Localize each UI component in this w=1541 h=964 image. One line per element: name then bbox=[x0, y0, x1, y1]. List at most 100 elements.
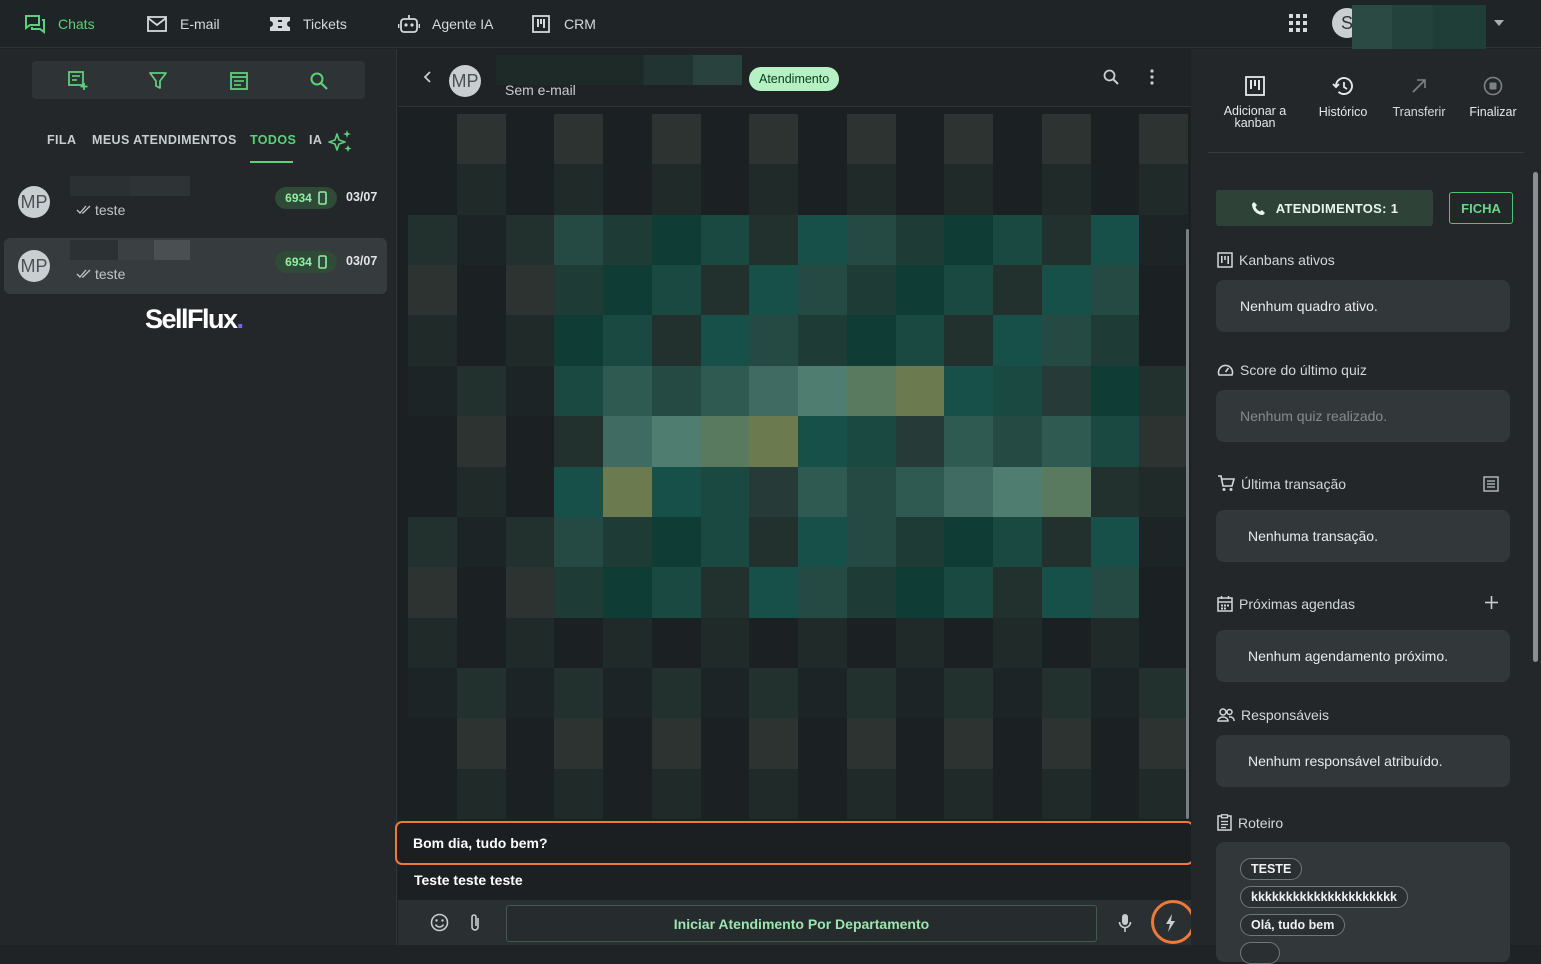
blur-tile bbox=[700, 164, 750, 215]
blur-tile bbox=[846, 516, 896, 568]
blur-tile bbox=[456, 617, 506, 668]
tab-meus-atendimentos[interactable]: MEUS ATENDIMENTOS bbox=[92, 133, 237, 147]
search-icon[interactable] bbox=[1103, 69, 1121, 87]
chevron-down-icon[interactable] bbox=[1494, 20, 1504, 28]
blur-tile bbox=[895, 365, 945, 417]
quick-reply-suggestion-selected[interactable]: Bom dia, tudo bem? bbox=[395, 821, 1194, 865]
more-vertical-icon[interactable] bbox=[1150, 69, 1164, 87]
blur-tile bbox=[700, 768, 750, 819]
roteiro-chip[interactable]: Olá, tudo bem bbox=[1240, 914, 1346, 936]
blur-tile bbox=[1090, 365, 1140, 417]
blur-tile bbox=[603, 617, 652, 668]
blur-tile bbox=[895, 416, 945, 467]
blur-tile bbox=[456, 164, 506, 215]
roteiro-chip[interactable]: TESTE bbox=[1240, 858, 1303, 880]
last-message-text: teste bbox=[95, 202, 126, 218]
ficha-button[interactable]: FICHA bbox=[1449, 192, 1513, 224]
finish-button[interactable]: Finalizar bbox=[1463, 73, 1523, 119]
templates-button[interactable] bbox=[228, 70, 250, 92]
contact-avatar[interactable]: MP bbox=[449, 65, 481, 97]
chat-list-item-selected[interactable]: MP teste 6934 03/07 bbox=[4, 238, 387, 294]
blur-tile bbox=[993, 466, 1042, 517]
nav-chats-label: Chats bbox=[58, 16, 95, 32]
agendas-empty-box: Nenhum agendamento próximo. bbox=[1216, 630, 1510, 682]
nav-email[interactable]: E-mail bbox=[146, 0, 220, 48]
blur-tile bbox=[846, 315, 896, 366]
sparkles-icon[interactable] bbox=[328, 129, 354, 155]
blur-tile bbox=[505, 516, 555, 568]
phone-call-icon bbox=[1251, 201, 1266, 216]
blur-tile bbox=[798, 768, 847, 819]
blur-tile bbox=[749, 516, 798, 568]
blur-tile bbox=[993, 315, 1042, 366]
start-department-button[interactable]: Iniciar Atendimento Por Departamento bbox=[506, 905, 1097, 942]
emoji-icon[interactable] bbox=[430, 913, 450, 933]
section-roteiro-title: Roteiro bbox=[1217, 814, 1283, 831]
blur-tile bbox=[408, 466, 457, 517]
blur-tile bbox=[944, 164, 993, 215]
search-chats-button[interactable] bbox=[308, 70, 330, 92]
blur-tile bbox=[408, 667, 457, 719]
roteiro-chip-partial[interactable] bbox=[1240, 942, 1280, 964]
blur-tile bbox=[749, 416, 798, 467]
chat-tabs: FILA MEUS ATENDIMENTOS TODOS IA bbox=[0, 129, 397, 165]
blur-tile bbox=[456, 718, 506, 769]
blur-tile bbox=[408, 718, 457, 769]
chat-list-item[interactable]: MP teste 6934 03/07 bbox=[4, 174, 387, 230]
blur-tile bbox=[1139, 617, 1188, 668]
blur-tile bbox=[651, 617, 701, 668]
nav-crm[interactable]: CRM bbox=[530, 0, 596, 48]
filter-button[interactable] bbox=[147, 70, 169, 92]
blur-tile bbox=[798, 466, 847, 517]
history-button[interactable]: Histórico bbox=[1313, 73, 1373, 119]
roteiro-chip[interactable]: kkkkkkkkkkkkkkkkkkkkk bbox=[1240, 886, 1408, 908]
blur-tile bbox=[505, 617, 555, 668]
tab-ia[interactable]: IA bbox=[309, 133, 322, 147]
blur-tile bbox=[408, 516, 457, 568]
blur-tile bbox=[505, 265, 555, 316]
blur-tile bbox=[408, 265, 457, 316]
quick-reply-suggestion[interactable]: Teste teste teste bbox=[414, 872, 523, 888]
blur-tile bbox=[603, 667, 652, 719]
add-icon[interactable] bbox=[1484, 595, 1502, 613]
blur-tile bbox=[1139, 416, 1188, 467]
blur-tile bbox=[944, 718, 993, 769]
blur-tile bbox=[749, 617, 798, 668]
nav-chats[interactable]: Chats bbox=[24, 0, 95, 48]
transfer-button[interactable]: Transferir bbox=[1389, 73, 1449, 119]
tab-todos[interactable]: TODOS bbox=[250, 133, 296, 147]
tab-fila[interactable]: FILA bbox=[47, 133, 76, 147]
blur-tile bbox=[700, 315, 750, 366]
microphone-icon[interactable] bbox=[1118, 913, 1138, 933]
chat-date: 03/07 bbox=[346, 190, 378, 204]
blur-tile bbox=[554, 164, 603, 215]
blur-tile bbox=[408, 315, 457, 366]
blur-tile bbox=[944, 416, 993, 467]
blur-tile bbox=[505, 416, 555, 467]
attachment-icon[interactable] bbox=[469, 913, 489, 933]
add-to-kanban-button[interactable]: Adicionar a kanban bbox=[1219, 73, 1291, 129]
blur-tile bbox=[1090, 768, 1140, 819]
blur-tile bbox=[944, 365, 993, 417]
blur-tile bbox=[603, 164, 652, 215]
message-scrollbar[interactable] bbox=[1186, 229, 1189, 819]
apps-grid-icon[interactable] bbox=[1289, 14, 1309, 34]
blur-tile bbox=[1090, 114, 1140, 165]
atendimentos-button[interactable]: ATENDIMENTOS: 1 bbox=[1216, 190, 1433, 226]
blur-tile bbox=[749, 114, 798, 165]
section-title-text: Próximas agendas bbox=[1239, 595, 1355, 612]
back-arrow-icon[interactable] bbox=[423, 71, 435, 85]
blur-tile bbox=[1041, 214, 1091, 266]
receipt-list-icon[interactable] bbox=[1483, 476, 1501, 494]
new-chat-button[interactable] bbox=[67, 70, 89, 92]
blur-tile bbox=[554, 768, 603, 819]
blur-tile bbox=[846, 617, 896, 668]
nav-agente-ia[interactable]: Agente IA bbox=[398, 0, 494, 48]
nav-tickets[interactable]: Tickets bbox=[269, 0, 347, 48]
script-icon bbox=[1217, 814, 1232, 831]
details-scrollbar[interactable] bbox=[1533, 172, 1538, 662]
blur-tile bbox=[993, 768, 1042, 819]
blur-tile bbox=[651, 466, 701, 517]
section-responsaveis-title: Responsáveis bbox=[1217, 707, 1329, 723]
blur-tile bbox=[944, 114, 993, 165]
